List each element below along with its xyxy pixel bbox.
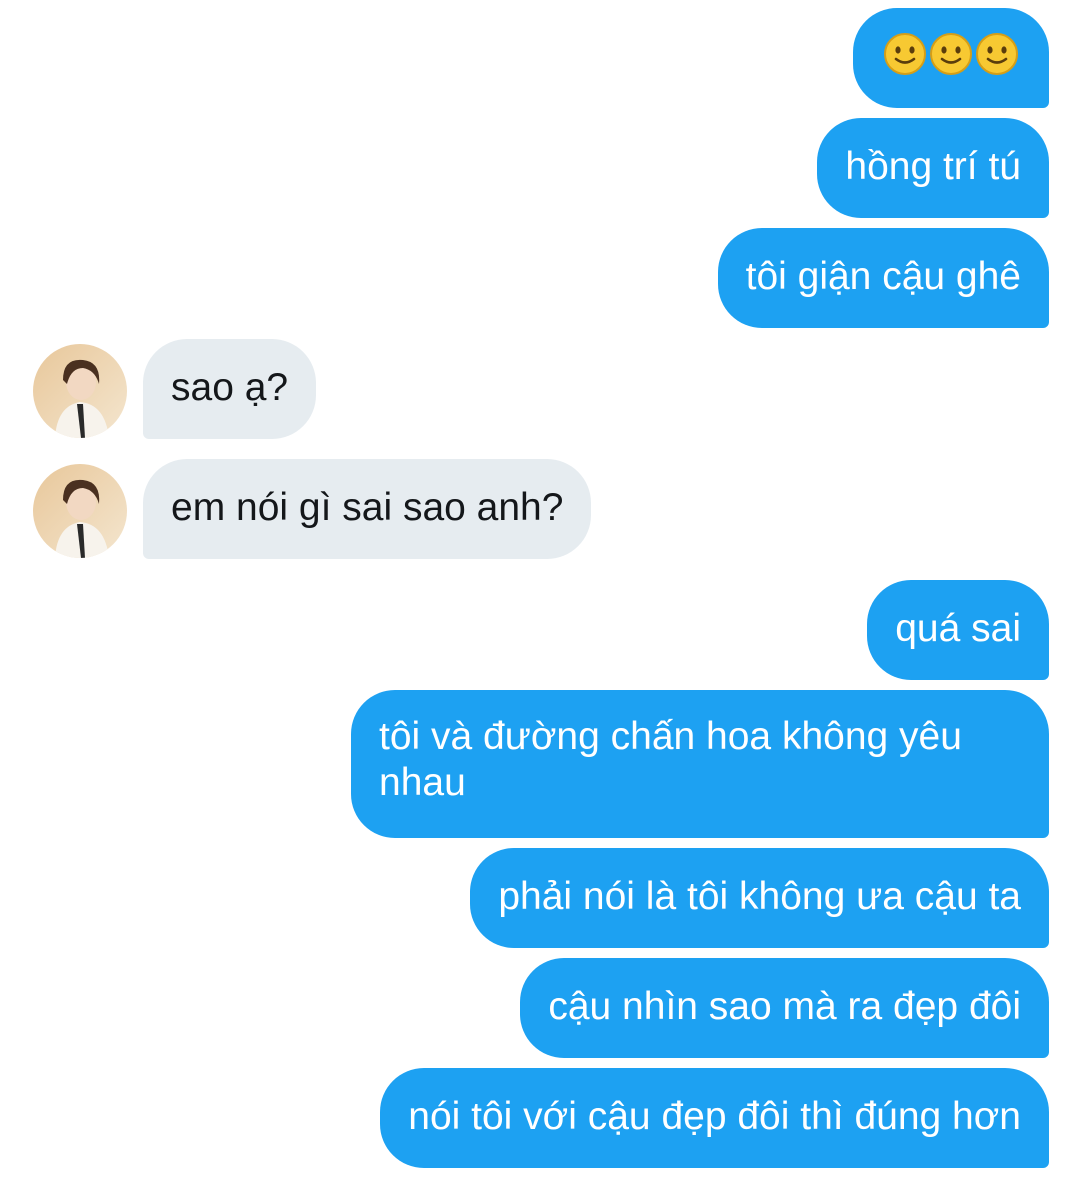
outgoing-message-bubble[interactable]: hồng trí tú	[817, 118, 1049, 218]
emoji-row	[883, 32, 1019, 76]
message-text: cậu nhìn sao mà ra đẹp đôi	[548, 985, 1021, 1028]
outgoing-message-bubble[interactable]: phải nói là tôi không ưa cậu ta	[470, 848, 1049, 948]
incoming-message-bubble[interactable]: em nói gì sai sao anh?	[143, 459, 592, 559]
message-thread: hồng trí tú tôi giận cậu ghê sao ạ? em n…	[0, 0, 1080, 1193]
message-text: hồng trí tú	[845, 145, 1021, 188]
message-text: tôi giận cậu ghê	[745, 255, 1021, 298]
outgoing-message-bubble[interactable]: cậu nhìn sao mà ra đẹp đôi	[520, 958, 1049, 1058]
message-text: sao ạ?	[171, 366, 289, 409]
message-text: em nói gì sai sao anh?	[171, 486, 564, 529]
incoming-message-bubble[interactable]: sao ạ?	[143, 339, 317, 439]
message-text: tôi và đường chấn hoa không yêu nhau	[379, 715, 962, 804]
contact-avatar[interactable]	[33, 464, 127, 558]
avatar-image	[33, 344, 127, 438]
slightly-smiling-face-icon	[976, 33, 1018, 75]
slightly-smiling-face-icon	[930, 33, 972, 75]
outgoing-message-bubble[interactable]: tôi và đường chấn hoa không yêu nhau	[351, 690, 1049, 838]
contact-avatar[interactable]	[33, 344, 127, 438]
message-text: quá sai	[895, 607, 1021, 650]
outgoing-message-bubble[interactable]: nói tôi với cậu đẹp đôi thì đúng hơn	[380, 1068, 1049, 1168]
message-text: phải nói là tôi không ưa cậu ta	[498, 875, 1021, 918]
slightly-smiling-face-icon	[884, 33, 926, 75]
outgoing-message-bubble[interactable]: quá sai	[867, 580, 1049, 680]
outgoing-message-bubble[interactable]: tôi giận cậu ghê	[717, 228, 1049, 328]
outgoing-message-bubble[interactable]	[853, 8, 1049, 108]
message-text: nói tôi với cậu đẹp đôi thì đúng hơn	[408, 1095, 1021, 1138]
avatar-image	[33, 464, 127, 558]
